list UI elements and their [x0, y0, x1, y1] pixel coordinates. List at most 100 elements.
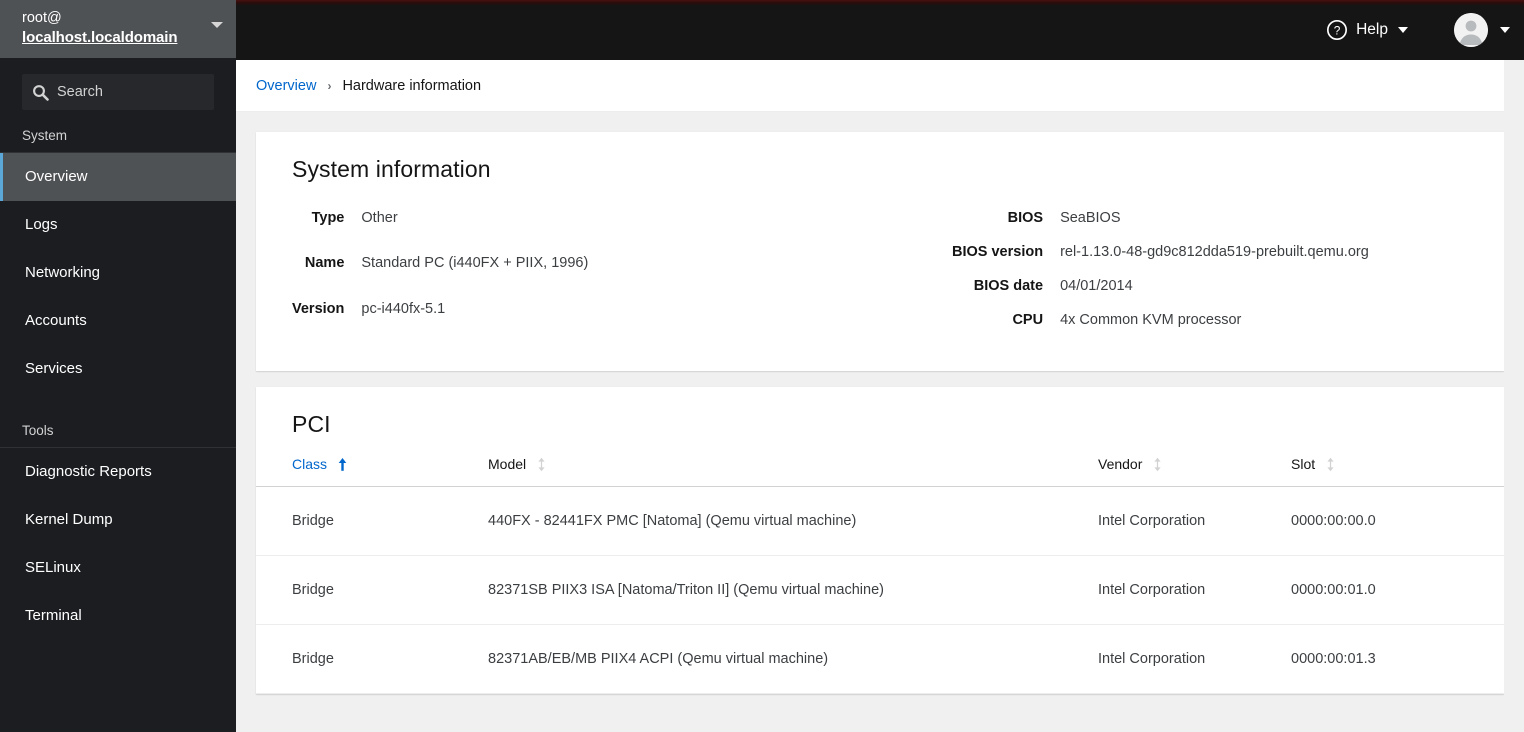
chevron-down-icon — [1500, 27, 1510, 33]
page-content: System information Type Other Name Stand… — [236, 112, 1524, 732]
sidebar-item-label: Services — [25, 360, 83, 377]
svg-text:?: ? — [1334, 24, 1341, 38]
breadcrumb-link-overview[interactable]: Overview — [256, 78, 316, 94]
pci-card: PCI Class Model Vendor Slot Bridge 440FX… — [256, 387, 1504, 694]
field-label-bios: BIOS — [1007, 210, 1044, 226]
sidebar-item-label: SELinux — [25, 559, 81, 576]
user-avatar-icon — [1454, 13, 1488, 47]
nav-group-label-tools: Tools — [0, 415, 236, 448]
sidebar-item-kernel-dump[interactable]: Kernel Dump — [0, 496, 236, 544]
pci-title: PCI — [292, 411, 331, 437]
chevron-right-icon: › — [327, 78, 332, 93]
chevron-down-icon — [211, 22, 223, 28]
field-value-version: pc-i440fx-5.1 — [361, 300, 446, 317]
cell-class: Bridge — [256, 624, 488, 694]
field-label-version: Version — [292, 300, 345, 317]
cell-slot: 0000:00:01.0 — [1291, 555, 1504, 625]
column-label: Class — [292, 456, 328, 472]
column-label: Vendor — [1098, 456, 1143, 472]
field-value-bios-date: 04/01/2014 — [1060, 278, 1133, 294]
sidebar-item-terminal[interactable]: Terminal — [0, 592, 236, 640]
cell-vendor: Intel Corporation — [1098, 624, 1291, 694]
sort-asc-icon — [338, 457, 347, 471]
host-hostname: localhost.localdomain — [22, 28, 178, 46]
question-circle-icon: ? — [1327, 20, 1348, 40]
column-header-slot[interactable]: Slot — [1291, 456, 1504, 487]
field-label-bios-version: BIOS version — [952, 244, 1044, 260]
help-menu-button[interactable]: ? Help — [1318, 13, 1416, 47]
sidebar-item-overview[interactable]: Overview — [0, 153, 236, 201]
sidebar-item-selinux[interactable]: SELinux — [0, 544, 236, 592]
pci-table-head: Class Model Vendor Slot — [256, 456, 1504, 487]
sort-icon — [1154, 457, 1161, 471]
field-label-type: Type — [311, 210, 345, 226]
column-label: Slot — [1291, 456, 1316, 472]
breadcrumb: Overview › Hardware information — [236, 60, 1524, 112]
column-header-class[interactable]: Class — [256, 456, 488, 487]
search-icon — [33, 84, 49, 101]
help-label: Help — [1356, 21, 1388, 38]
column-label: Model — [488, 456, 527, 472]
host-username: root@ — [22, 9, 62, 26]
field-value-type: Other — [361, 210, 398, 226]
table-row[interactable]: Bridge 82371SB PIIX3 ISA [Natoma/Triton … — [256, 555, 1504, 625]
cell-vendor: Intel Corporation — [1098, 486, 1291, 556]
search-input[interactable] — [57, 84, 204, 100]
sidebar-item-label: Kernel Dump — [25, 511, 113, 528]
nav-group-label-system: System — [0, 120, 236, 153]
cell-class: Bridge — [256, 555, 488, 625]
system-information-right-list: BIOS SeaBIOS BIOS version rel-1.13.0-48-… — [952, 201, 1468, 337]
system-information-body: Type Other Name Standard PC (i440FX + PI… — [256, 201, 1504, 371]
sidebar-item-services[interactable]: Services — [0, 345, 236, 393]
table-header-row: Class Model Vendor Slot — [256, 456, 1504, 487]
field-value-name: Standard PC (i440FX + PIIX, 1996) — [361, 255, 589, 272]
sidebar-item-accounts[interactable]: Accounts — [0, 297, 236, 345]
scrollbar-gutter[interactable] — [1504, 60, 1524, 732]
host-switcher[interactable]: root@ localhost.localdomain — [0, 0, 236, 58]
column-header-vendor[interactable]: Vendor — [1098, 456, 1291, 487]
field-label-name: Name — [304, 255, 345, 272]
search-box[interactable] — [22, 74, 214, 110]
sidebar-item-networking[interactable]: Networking — [0, 249, 236, 297]
chevron-down-icon — [1398, 27, 1408, 33]
cell-vendor: Intel Corporation — [1098, 555, 1291, 625]
sidebar-item-label: Logs — [25, 216, 58, 233]
breadcrumb-current: Hardware information — [342, 77, 482, 94]
sidebar-item-label: Overview — [25, 168, 88, 185]
cell-class: Bridge — [256, 486, 488, 556]
sidebar-item-label: Accounts — [25, 312, 87, 329]
cell-model: 440FX - 82441FX PMC [Natoma] (Qemu virtu… — [488, 486, 1098, 556]
main-area: ? Help Overview › Hardware information S… — [236, 0, 1524, 732]
sidebar-item-label: Networking — [25, 264, 101, 281]
table-row[interactable]: Bridge 82371AB/EB/MB PIIX4 ACPI (Qemu vi… — [256, 624, 1504, 694]
avatar — [1454, 13, 1488, 47]
top-header: ? Help — [236, 0, 1524, 60]
search-container — [0, 58, 236, 120]
system-information-left-list: Type Other Name Standard PC (i440FX + PI… — [292, 201, 952, 337]
sidebar-item-label: Terminal — [25, 607, 82, 624]
cell-model: 82371AB/EB/MB PIIX4 ACPI (Qemu virtual m… — [488, 624, 1098, 694]
sidebar-item-logs[interactable]: Logs — [0, 201, 236, 249]
cell-slot: 0000:00:01.3 — [1291, 624, 1504, 694]
field-value-bios: SeaBIOS — [1060, 210, 1121, 226]
sidebar-item-diagnostic-reports[interactable]: Diagnostic Reports — [0, 448, 236, 496]
user-menu-button[interactable] — [1454, 13, 1510, 47]
sort-icon — [538, 457, 545, 471]
field-label-bios-date: BIOS date — [973, 278, 1044, 294]
sort-icon — [1327, 457, 1334, 471]
field-value-bios-version: rel-1.13.0-48-gd9c812dda519-prebuilt.qem… — [1060, 244, 1369, 260]
pci-table: Class Model Vendor Slot Bridge 440FX - 8… — [256, 456, 1504, 694]
system-information-title: System information — [292, 156, 491, 182]
column-header-model[interactable]: Model — [488, 456, 1098, 487]
system-information-card: System information Type Other Name Stand… — [256, 132, 1504, 371]
pci-table-body: Bridge 440FX - 82441FX PMC [Natoma] (Qem… — [256, 486, 1504, 694]
cell-model: 82371SB PIIX3 ISA [Natoma/Triton II] (Qe… — [488, 555, 1098, 625]
sidebar-item-label: Diagnostic Reports — [25, 463, 152, 480]
cell-slot: 0000:00:00.0 — [1291, 486, 1504, 556]
cockpit-console: root@ localhost.localdomain System Overv… — [0, 0, 1524, 732]
sidebar: root@ localhost.localdomain System Overv… — [0, 0, 236, 732]
field-value-cpu: 4x Common KVM processor — [1060, 312, 1242, 328]
table-row[interactable]: Bridge 440FX - 82441FX PMC [Natoma] (Qem… — [256, 486, 1504, 556]
field-label-cpu: CPU — [1012, 312, 1044, 328]
